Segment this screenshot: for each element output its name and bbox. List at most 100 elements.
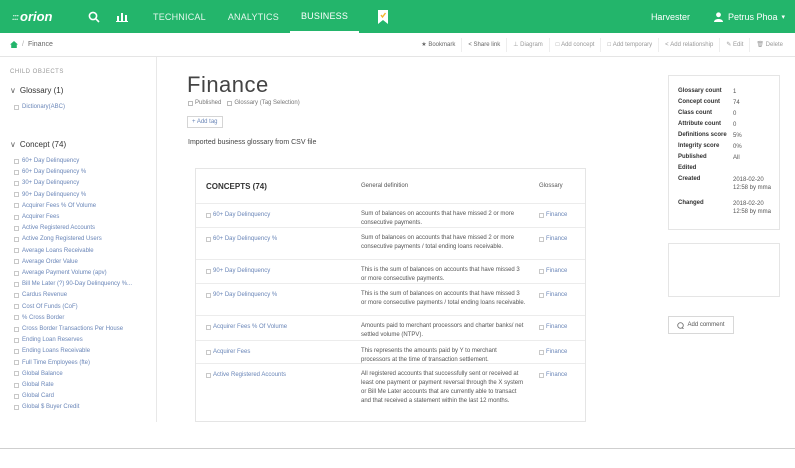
breadcrumb-finance[interactable]: Finance bbox=[28, 41, 53, 48]
glossary-icon bbox=[14, 104, 19, 110]
add-tag-button[interactable]: + Add tag bbox=[187, 116, 223, 128]
edit-button[interactable]: ✎ Edit bbox=[719, 37, 749, 52]
sidebar-item-concept[interactable]: Ending Loan Reserves bbox=[14, 337, 83, 343]
sidebar-item-concept[interactable]: Cardus Revenue bbox=[14, 292, 67, 298]
concept-link[interactable]: 60+ Day Delinquency bbox=[206, 212, 270, 218]
add-relationship-button[interactable]: < Add relationship bbox=[658, 37, 719, 52]
glossary-link[interactable]: Finance bbox=[539, 349, 567, 355]
add-temporary-button[interactable]: □ Add temporary bbox=[600, 37, 658, 52]
sidebar-item-concept[interactable]: Average Loans Receivable bbox=[14, 248, 94, 254]
concept-icon bbox=[14, 326, 19, 332]
glossary-icon bbox=[539, 236, 544, 242]
sidebar-item-concept[interactable]: 30+ Day Delinquency bbox=[14, 180, 79, 186]
info-value: 2018-02-20 12:58 by mma bbox=[733, 201, 772, 215]
info-value: 5% bbox=[733, 133, 742, 139]
concept-icon bbox=[206, 372, 211, 378]
sidebar-item-concept[interactable]: 90+ Day Delinquency % bbox=[14, 192, 86, 198]
sidebar-item-concept[interactable]: 60+ Day Delinquency bbox=[14, 158, 79, 164]
page-title: Finance bbox=[187, 72, 269, 97]
table-row: 60+ Day Delinquency % Sum of balances on … bbox=[196, 227, 585, 259]
concept-icon bbox=[14, 292, 19, 298]
sidebar-item-concept[interactable]: Full Time Employees (fte) bbox=[14, 360, 90, 366]
info-label: Definitions score bbox=[678, 132, 727, 138]
sidebar-item-concept[interactable]: Average Order Value bbox=[14, 259, 78, 265]
glossary-link[interactable]: Finance bbox=[539, 212, 567, 218]
sidebar-item-concept[interactable]: 60+ Day Delinquency % bbox=[14, 169, 86, 175]
concept-link[interactable]: 90+ Day Delinquency bbox=[206, 268, 270, 274]
concept-definition: Sum of balances on accounts that have mi… bbox=[361, 211, 515, 226]
sidebar-item-glossary[interactable]: Dictionary(ABC) bbox=[14, 104, 65, 110]
home-icon[interactable] bbox=[10, 41, 18, 48]
concept-icon bbox=[14, 315, 19, 321]
concept-icon bbox=[14, 192, 19, 198]
sidebar-item-concept[interactable]: Global $ Buyer Credit bbox=[14, 404, 79, 410]
harvester-link[interactable]: Harvester bbox=[651, 12, 690, 22]
concept-icon bbox=[14, 225, 19, 231]
concept-link[interactable]: 60+ Day Delinquency % bbox=[206, 236, 277, 242]
user-menu[interactable]: Petrus Phoa ▾ bbox=[713, 11, 785, 22]
diagram-button[interactable]: ⊥ Diagram bbox=[506, 37, 549, 52]
sidebar-item-concept[interactable]: Acquirer Fees bbox=[14, 214, 59, 220]
table-row: Active Registered Accounts All registered… bbox=[196, 363, 585, 421]
add-concept-button[interactable]: □ Add concept bbox=[548, 37, 601, 52]
bottom-divider bbox=[0, 448, 795, 449]
concept-icon bbox=[206, 268, 211, 274]
glossary-icon bbox=[539, 268, 544, 274]
bookmark-button[interactable]: ★ Bookmark bbox=[415, 38, 461, 52]
sidebar-item-concept[interactable]: Active Registered Accounts bbox=[14, 225, 95, 231]
concept-group-toggle[interactable]: ∨ Concept (74) bbox=[10, 140, 66, 149]
comment-panel bbox=[668, 243, 780, 297]
sidebar-item-concept[interactable]: Cost Of Funds (CoF) bbox=[14, 304, 78, 310]
concept-link[interactable]: Active Registered Accounts bbox=[206, 372, 286, 378]
info-row: Concept count 74 bbox=[678, 99, 779, 107]
concept-link[interactable]: Acquirer Fees % Of Volume bbox=[206, 324, 287, 330]
glossary-link[interactable]: Finance bbox=[539, 292, 567, 298]
object-description: Imported business glossary from CSV file bbox=[188, 139, 317, 146]
share-link-button[interactable]: < Share link bbox=[461, 37, 506, 52]
bookmark-icon[interactable] bbox=[373, 0, 393, 33]
search-icon[interactable] bbox=[80, 0, 108, 33]
sidebar-item-concept[interactable]: Acquirer Fees % Of Volume bbox=[14, 203, 96, 209]
table-row: Acquirer Fees % Of Volume Amounts paid to… bbox=[196, 315, 585, 340]
glossary-link[interactable]: Finance bbox=[539, 236, 567, 242]
sidebar-item-concept[interactable]: Global Balance bbox=[14, 371, 63, 377]
glossary-link[interactable]: Finance bbox=[539, 372, 567, 378]
bar-chart-icon[interactable] bbox=[108, 0, 136, 33]
concept-link[interactable]: 90+ Day Delinquency % bbox=[206, 292, 277, 298]
concept-link[interactable]: Acquirer Fees bbox=[206, 349, 250, 355]
info-label: Class count bbox=[678, 110, 713, 116]
info-value: 74 bbox=[733, 100, 740, 106]
glossary-group-toggle[interactable]: ∨ Glossary (1) bbox=[10, 86, 63, 95]
concept-icon bbox=[206, 324, 211, 330]
table-row: 60+ Day Delinquency Sum of balances on ac… bbox=[196, 203, 585, 227]
sidebar-item-concept[interactable]: Bill Me Later (?) 90-Day Delinquency %..… bbox=[14, 281, 132, 287]
concept-icon bbox=[14, 393, 19, 399]
user-icon bbox=[713, 11, 723, 22]
sidebar-item-concept[interactable]: Global Card bbox=[14, 393, 54, 399]
sidebar-item-concept[interactable]: Ending Loans Receivable bbox=[14, 348, 90, 354]
glossary-link[interactable]: Finance bbox=[539, 268, 567, 274]
sidebar-item-concept[interactable]: % Cross Border bbox=[14, 315, 64, 321]
glossary-icon bbox=[539, 292, 544, 298]
info-label: Created bbox=[678, 176, 701, 182]
concept-icon bbox=[14, 304, 19, 310]
concept-icon bbox=[14, 236, 19, 242]
table-row: 90+ Day Delinquency This is the sum of ba… bbox=[196, 259, 585, 283]
concept-icon bbox=[14, 259, 19, 265]
orion-logo[interactable]: ::: orion bbox=[0, 0, 80, 33]
info-label: Integrity score bbox=[678, 143, 720, 149]
delete-button[interactable]: 🗑 Delete bbox=[749, 37, 789, 52]
sidebar-item-concept[interactable]: Cross Border Transactions Per House bbox=[14, 326, 123, 332]
table-header: CONCEPTS (74) General definition Glossar… bbox=[196, 169, 585, 203]
glossary-link[interactable]: Finance bbox=[539, 324, 567, 330]
nav-business[interactable]: BUSINESS bbox=[289, 0, 360, 33]
add-comment-button[interactable]: Add comment bbox=[668, 316, 734, 334]
sidebar-item-concept[interactable]: Average Payment Volume (apv) bbox=[14, 270, 107, 276]
sidebar-item-concept[interactable]: Active Zong Registered Users bbox=[14, 236, 102, 242]
info-row: Created 2018-02-20 12:58 by mma bbox=[678, 176, 779, 192]
nav-technical[interactable]: TECHNICAL bbox=[142, 0, 217, 33]
definition-column-header: General definition bbox=[361, 183, 409, 189]
sidebar-item-concept[interactable]: Global Rate bbox=[14, 382, 54, 388]
nav-analytics[interactable]: ANALYTICS bbox=[217, 0, 290, 33]
concept-icon bbox=[14, 348, 19, 354]
